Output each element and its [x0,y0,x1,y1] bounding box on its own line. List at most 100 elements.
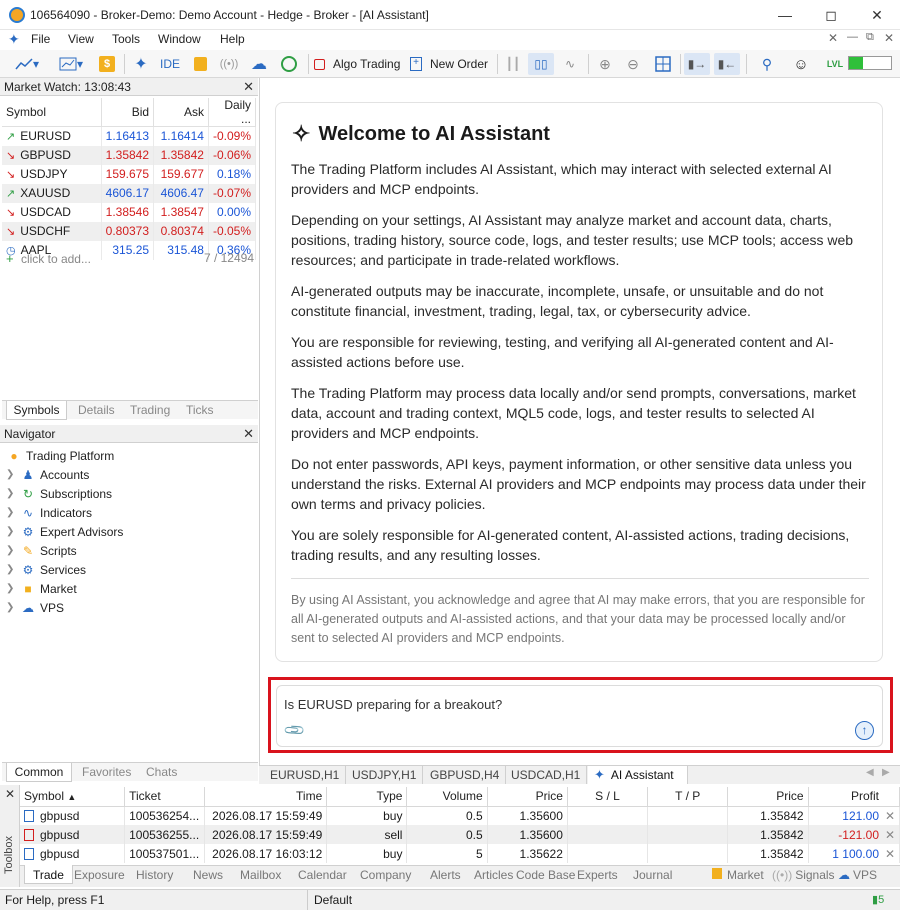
tab-chart[interactable]: USDCAD,H1 [505,766,588,784]
column-header[interactable]: Type [326,787,408,807]
tab-articles[interactable]: Articles [474,868,513,882]
market-bag-icon[interactable] [190,53,210,75]
mdi-close-icon[interactable]: ✕ [828,31,838,45]
minimize-button[interactable]: — [762,0,808,30]
close-icon[interactable]: ✕ [5,787,15,801]
menu-help[interactable]: Help [220,32,245,46]
tab-symbols[interactable]: Symbols [6,401,67,420]
tab-chart[interactable]: GBPUSD,H4 [424,766,507,784]
column-header[interactable]: Bid [101,98,155,127]
tab-ai-assistant[interactable]: ✦ AI Assistant [588,766,688,784]
navigator-item[interactable]: ❯ ↻ Subscriptions [6,484,112,503]
table-row[interactable]: gbpusd 100536254... 2026.08.17 15:59:49 … [20,806,900,825]
close-position-icon[interactable]: ✕ [885,847,895,861]
tab-vps[interactable]: ☁ VPS [838,868,877,882]
tab-alerts[interactable]: Alerts [430,868,461,882]
navigator-root[interactable]: ● Trading Platform [6,446,114,465]
scroll-right-icon[interactable]: ▶ [882,767,890,778]
tab-common[interactable]: Common [6,763,72,782]
signals-icon[interactable]: ((•)) [218,53,240,75]
add-symbol-row[interactable]: + click to add... 7 / 12494 [6,251,256,269]
tab-mailbox[interactable]: Mailbox [240,868,281,882]
mdi-restore-icon[interactable]: ⧉ [866,31,874,44]
navigator-item[interactable]: ❯ ⚙ Expert Advisors [6,522,123,541]
tab-experts[interactable]: Experts [577,868,618,882]
prompt-input[interactable]: Is EURUSD preparing for a breakout? [284,697,502,712]
navigator-item[interactable]: ❯ ⚙ Services [6,560,86,579]
navigator-item[interactable]: ❯ ■ Market [6,579,77,598]
mdi-minimize-icon[interactable]: — [847,31,858,43]
tab-history[interactable]: History [136,868,173,882]
close-position-icon[interactable]: ✕ [885,809,895,823]
algo-trading-button[interactable]: Algo Trading [314,53,404,75]
close-window-button[interactable]: ✕ [854,0,900,30]
table-row[interactable]: ↘ USDCHF 0.80373 0.80374 -0.05% [2,221,257,241]
cloud-icon[interactable]: ☁ [248,53,270,75]
tab-trade[interactable]: Trade [24,865,73,884]
app-menu-icon[interactable]: ✦ [8,31,20,48]
tab-favorites[interactable]: Favorites [82,765,131,779]
bar-chart-icon[interactable]: ┃┃ [502,53,524,75]
table-row[interactable]: ↘ GBPUSD 1.35842 1.35842 -0.06% [2,145,257,165]
tab-trading[interactable]: Trading [130,403,170,417]
tile-windows-icon[interactable] [652,53,674,75]
level-icon[interactable]: LVL [824,53,846,75]
tab-calendar[interactable]: Calendar [298,868,347,882]
menu-file[interactable]: File [31,32,50,46]
tab-code-base[interactable]: Code Base [516,868,575,882]
ai-sparkle-icon[interactable]: ✦ [130,53,152,75]
tab-signals[interactable]: ((•)) Signals [772,868,835,882]
table-row[interactable]: ↘ USDCAD 1.38546 1.38547 0.00% [2,202,257,222]
candles-icon[interactable]: ▯▯ [528,53,554,75]
send-icon[interactable]: ↑ [855,721,874,740]
zoom-in-icon[interactable]: ⊕ [594,53,616,75]
attach-icon[interactable]: 📎 [283,718,307,742]
prompt-box[interactable]: Is EURUSD preparing for a breakout? 📎 ↑ [276,685,883,747]
dollar-icon[interactable]: $ [97,53,117,75]
autoscroll-icon[interactable]: ▮→ [684,53,710,75]
tab-chart[interactable]: EURUSD,H1 [264,766,347,784]
table-row[interactable]: gbpusd 100536255... 2026.08.17 15:59:49 … [20,825,900,844]
zoom-out-icon[interactable]: ⊖ [622,53,644,75]
account-icon[interactable]: ☺ [790,53,812,75]
chart-shift-icon[interactable]: ▮← [714,53,740,75]
tab-ticks[interactable]: Ticks [186,403,214,417]
search-icon[interactable]: ⚲ [756,53,778,75]
close-position-icon[interactable]: ✕ [885,828,895,842]
column-header[interactable]: Ticket [124,787,206,807]
table-row[interactable]: gbpusd 100537501... 2026.08.17 16:03:12 … [20,844,900,863]
close-icon[interactable]: ✕ [243,426,254,442]
scroll-left-icon[interactable]: ◀ [866,767,874,778]
column-header[interactable]: Price [727,787,809,807]
vps-icon[interactable] [278,53,300,75]
column-header[interactable]: Daily ... [208,98,257,127]
column-header[interactable]: T / P [647,787,729,807]
column-header[interactable]: Ask [153,98,209,127]
mdi-close-x-icon[interactable]: ✕ [884,31,894,45]
table-row[interactable]: ↘ USDJPY 159.675 159.677 0.18% [2,164,257,184]
tab-news[interactable]: News [193,868,223,882]
tab-chats[interactable]: Chats [146,765,177,779]
menu-view[interactable]: View [68,32,94,46]
table-row[interactable]: ↗ EURUSD 1.16413 1.16414 -0.09% [2,126,257,146]
column-header[interactable]: S / L [567,787,649,807]
ide-button[interactable]: IDE [158,53,182,75]
tab-exposure[interactable]: Exposure [74,868,125,882]
chart-type-icon[interactable]: ▾ [10,53,44,75]
navigator-item[interactable]: ❯ ✎ Scripts [6,541,77,560]
column-header[interactable]: Symbol ▲ [20,787,126,807]
column-header[interactable]: Symbol [2,98,102,127]
menu-tools[interactable]: Tools [112,32,140,46]
column-header[interactable]: Time [204,787,328,807]
column-header[interactable]: Profit [808,787,900,807]
new-order-button[interactable]: + New Order [410,53,492,75]
menu-window[interactable]: Window [158,32,201,46]
navigator-item[interactable]: ❯ ☁ VPS [6,598,64,617]
tab-details[interactable]: Details [78,403,115,417]
tab-chart[interactable]: USDJPY,H1 [346,766,424,784]
navigator-item[interactable]: ❯ ∿ Indicators [6,503,92,522]
templates-icon[interactable]: ▾ [54,53,88,75]
tab-company[interactable]: Company [360,868,411,882]
close-icon[interactable]: ✕ [243,79,254,95]
maximize-button[interactable]: ◻ [808,0,854,30]
